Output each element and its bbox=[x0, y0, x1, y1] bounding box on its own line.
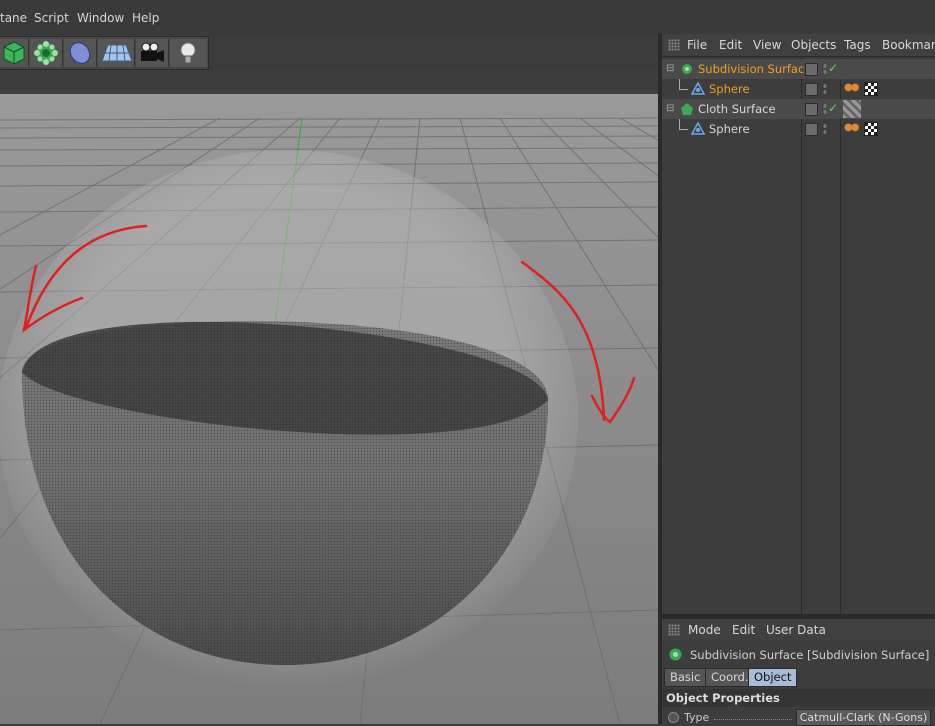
viewport-scene bbox=[0, 94, 658, 724]
attribute-manager: Mode Edit User Data Subdivision Surface … bbox=[662, 619, 935, 726]
object-row-cloth-surface[interactable]: ⊟ Cloth Surface ✓ bbox=[662, 99, 935, 119]
menu-tane[interactable]: tane bbox=[0, 11, 27, 25]
object-manager: File Edit View Objects Tags Bookmark ⊟ S… bbox=[662, 34, 935, 614]
animate-radio[interactable] bbox=[668, 712, 679, 723]
layer-icon[interactable] bbox=[805, 83, 818, 96]
visibility-icon[interactable] bbox=[823, 63, 827, 75]
object-name[interactable]: Cloth Surface bbox=[698, 102, 776, 116]
visibility-icon[interactable] bbox=[823, 123, 827, 135]
object-row-sphere[interactable]: Sphere ●● bbox=[662, 119, 935, 139]
object-row-subdivision-surface[interactable]: ⊟ Subdivision Surface ✓ bbox=[662, 59, 935, 79]
main-menubar: tane Script Window Help bbox=[0, 0, 660, 36]
om-menu-view[interactable]: View bbox=[753, 38, 781, 52]
enabled-check-icon[interactable]: ✓ bbox=[828, 61, 838, 75]
collapse-icon[interactable]: ⊟ bbox=[666, 63, 674, 74]
subdivision-icon bbox=[669, 648, 682, 661]
top-strip bbox=[660, 0, 935, 35]
am-menu-edit[interactable]: Edit bbox=[732, 623, 755, 637]
om-menu-tags[interactable]: Tags bbox=[844, 38, 871, 52]
cloth-surface-icon bbox=[681, 103, 693, 115]
object-manager-menubar: File Edit View Objects Tags Bookmark bbox=[662, 34, 935, 57]
am-menu-mode[interactable]: Mode bbox=[688, 623, 721, 637]
light-icon[interactable] bbox=[170, 39, 207, 67]
tab-basic[interactable]: Basic bbox=[664, 668, 707, 687]
sphere-icon bbox=[691, 122, 705, 135]
layer-icon[interactable] bbox=[805, 123, 818, 136]
phong-tag-icon[interactable]: ●● bbox=[844, 82, 860, 93]
leader-dots bbox=[714, 719, 792, 720]
section-header: Object Properties bbox=[662, 689, 935, 707]
camera-icon[interactable] bbox=[136, 39, 169, 67]
om-menu-edit[interactable]: Edit bbox=[719, 38, 742, 52]
attribute-title: Subdivision Surface [Subdivision Surface… bbox=[690, 648, 930, 662]
menu-window[interactable]: Window bbox=[77, 11, 124, 25]
section-title: Object Properties bbox=[666, 691, 780, 705]
enabled-check-icon[interactable]: ✓ bbox=[828, 101, 838, 115]
om-menu-objects[interactable]: Objects bbox=[791, 38, 836, 52]
deformer-icon[interactable] bbox=[64, 39, 97, 67]
phong-tag-icon[interactable]: ●● bbox=[844, 122, 860, 133]
om-column-divider bbox=[801, 58, 802, 614]
visibility-icon[interactable] bbox=[823, 83, 827, 95]
object-name[interactable]: Sphere bbox=[709, 82, 750, 96]
cube-icon[interactable] bbox=[0, 39, 29, 67]
param-label-type: Type bbox=[684, 711, 710, 724]
3d-viewport[interactable] bbox=[0, 94, 658, 724]
object-name[interactable]: Sphere bbox=[709, 122, 750, 136]
menu-help[interactable]: Help bbox=[132, 11, 159, 25]
menu-script[interactable]: Script bbox=[34, 11, 69, 25]
om-menu-file[interactable]: File bbox=[687, 38, 707, 52]
material-tag-icon[interactable] bbox=[864, 82, 878, 96]
layer-icon[interactable] bbox=[805, 103, 818, 116]
sphere-icon bbox=[691, 82, 705, 95]
panel-grip-icon[interactable] bbox=[668, 39, 680, 51]
layer-icon[interactable] bbox=[805, 63, 818, 76]
material-tag-icon[interactable] bbox=[864, 122, 878, 136]
floor-icon[interactable] bbox=[98, 39, 135, 67]
object-name[interactable]: Subdivision Surface bbox=[698, 62, 811, 76]
object-row-sphere[interactable]: Sphere ●● bbox=[662, 79, 935, 99]
om-column-divider bbox=[840, 58, 841, 614]
attribute-manager-menubar: Mode Edit User Data bbox=[662, 619, 935, 641]
panel-grip-icon[interactable] bbox=[668, 624, 680, 636]
subdivision-icon[interactable] bbox=[30, 39, 63, 67]
om-menu-bookmarks[interactable]: Bookmark bbox=[882, 38, 935, 52]
tree-line bbox=[679, 119, 688, 130]
cloth-tag-icon[interactable] bbox=[843, 100, 861, 118]
subdivision-icon bbox=[682, 64, 692, 74]
tree-line bbox=[679, 79, 688, 90]
viewport-header bbox=[0, 70, 658, 94]
collapse-icon[interactable]: ⊟ bbox=[666, 103, 674, 114]
am-menu-user-data[interactable]: User Data bbox=[766, 623, 826, 637]
visibility-icon[interactable] bbox=[823, 103, 827, 115]
tab-object[interactable]: Object bbox=[748, 668, 798, 687]
type-dropdown[interactable]: Catmull-Clark (N-Gons) bbox=[796, 709, 931, 726]
main-toolbar bbox=[0, 36, 209, 70]
